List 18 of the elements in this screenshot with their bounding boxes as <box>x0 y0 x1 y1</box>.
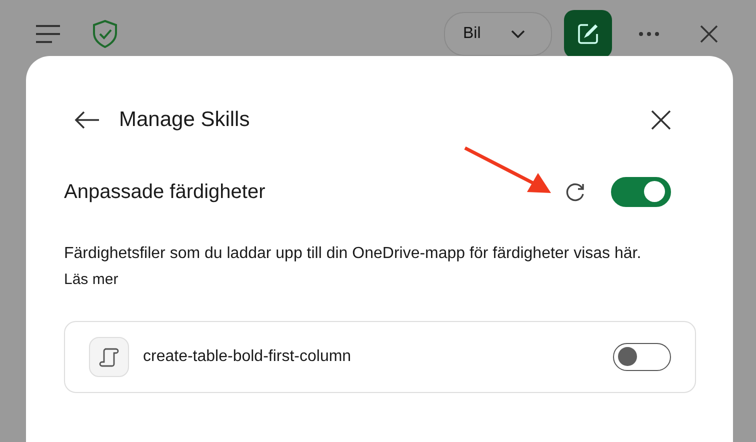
menu-icon[interactable] <box>35 25 61 43</box>
toggle-switch[interactable] <box>611 177 671 207</box>
back-arrow-icon[interactable] <box>74 111 100 129</box>
more-icon[interactable] <box>639 32 659 36</box>
toggle-switch[interactable] <box>613 343 671 371</box>
edit-icon <box>577 23 599 45</box>
skill-name: create-table-bold-first-column <box>143 348 352 366</box>
scroll-icon <box>89 337 129 377</box>
description-text: Färdighetsfiler som du laddar upp till din OneDrive-mapp för färdigheter visas här. <box>64 245 642 263</box>
chevron-down-icon <box>510 30 525 38</box>
dropdown[interactable]: Bil <box>444 12 552 56</box>
section-label: Anpassade färdigheter <box>64 180 266 204</box>
dialog-title: Manage Skills <box>119 108 250 132</box>
edit-button[interactable] <box>564 10 612 58</box>
close-icon[interactable] <box>651 110 671 130</box>
shield-check-icon <box>93 20 117 48</box>
read-more-link[interactable]: Läs mer <box>64 271 118 288</box>
refresh-icon[interactable] <box>564 181 586 203</box>
